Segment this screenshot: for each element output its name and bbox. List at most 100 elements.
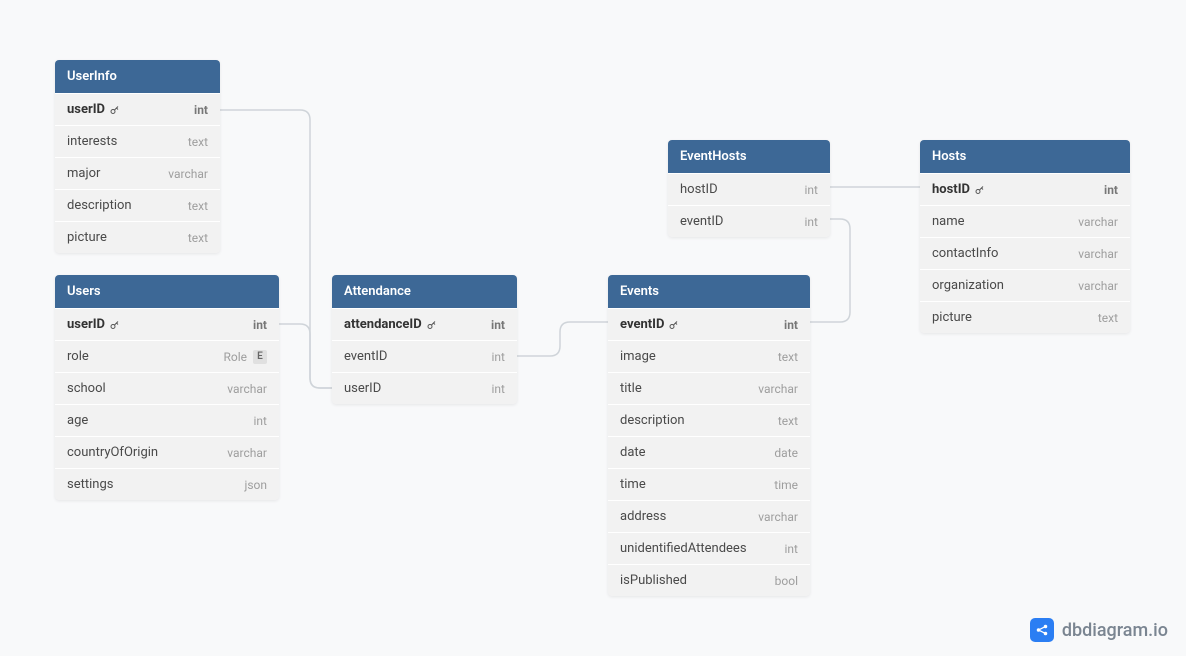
table-name: Users [67,284,101,299]
column-type: varchar [758,382,798,396]
column-type: bool [775,574,798,588]
table-row[interactable]: time time [608,468,810,500]
column-type: varchar [227,382,267,396]
table-row[interactable]: hostID int [920,173,1130,205]
table-header[interactable]: UserInfo [55,60,220,93]
column-type: int [805,215,818,229]
column-name: eventID [344,349,387,364]
table-eventhosts[interactable]: EventHosts hostID int eventID int [668,140,830,237]
key-icon [974,184,986,196]
column-name: userID [67,102,121,117]
column-type: text [188,199,208,213]
table-header[interactable]: Events [608,275,810,308]
column-type: text [188,231,208,245]
column-type: text [778,350,798,364]
table-row[interactable]: title varchar [608,372,810,404]
column-type: int [805,183,818,197]
table-row[interactable]: school varchar [55,372,279,404]
column-name: description [67,198,132,213]
column-type: varchar [758,510,798,524]
table-row[interactable]: major varchar [55,157,220,189]
column-name: time [620,477,646,492]
table-row[interactable]: age int [55,404,279,436]
column-type: int [254,414,267,428]
table-row[interactable]: date date [608,436,810,468]
column-type: varchar [1078,247,1118,261]
column-name: picture [67,230,107,245]
column-name: address [620,509,666,524]
column-type: int [253,318,267,332]
table-row[interactable]: image text [608,340,810,372]
table-row[interactable]: hostID int [668,173,830,205]
column-name: eventID [620,317,680,332]
table-row[interactable]: description text [55,189,220,221]
column-name: interests [67,134,117,149]
table-row[interactable]: name varchar [920,205,1130,237]
table-row[interactable]: eventID int [332,340,517,372]
column-name: settings [67,477,113,492]
column-type: int [492,382,505,396]
table-attendance[interactable]: Attendance attendanceID int eventID int … [332,275,517,404]
table-row[interactable]: description text [608,404,810,436]
table-row[interactable]: organization varchar [920,269,1130,301]
column-type: int [784,318,798,332]
table-row[interactable]: eventID int [608,308,810,340]
column-name: hostID [932,182,986,197]
table-row[interactable]: eventID int [668,205,830,237]
column-type: int [491,318,505,332]
table-row[interactable]: attendanceID int [332,308,517,340]
table-hosts[interactable]: Hosts hostID int name varchar contactInf… [920,140,1130,333]
column-name: age [67,413,88,428]
column-name: unidentifiedAttendees [620,541,747,556]
column-type: text [1098,311,1118,325]
table-header[interactable]: Users [55,275,279,308]
table-row[interactable]: picture text [920,301,1130,333]
column-name: userID [344,381,381,396]
column-name: eventID [680,214,723,229]
table-row[interactable]: userID int [55,308,279,340]
table-header[interactable]: Hosts [920,140,1130,173]
key-icon [109,319,121,331]
column-type: Role E [223,350,267,364]
key-icon [426,319,438,331]
table-row[interactable]: picture text [55,221,220,253]
column-name: attendanceID [344,317,438,332]
table-events[interactable]: Events eventID int image text title varc… [608,275,810,596]
table-row[interactable]: contactInfo varchar [920,237,1130,269]
column-name: organization [932,278,1004,293]
table-row[interactable]: isPublished bool [608,564,810,596]
column-type: date [774,446,798,460]
enum-badge: E [253,350,267,364]
diagram-canvas[interactable]: UserInfo userID int interests text major… [0,0,1186,656]
column-name: hostID [680,182,718,197]
column-type: int [492,350,505,364]
table-row[interactable]: countryOfOrigin varchar [55,436,279,468]
column-name: date [620,445,646,460]
table-name: Attendance [344,284,411,299]
column-name: title [620,381,642,396]
table-users[interactable]: Users userID int role Role E school varc… [55,275,279,500]
key-icon [668,319,680,331]
table-userinfo[interactable]: UserInfo userID int interests text major… [55,60,220,253]
table-name: UserInfo [67,69,117,84]
column-name: contactInfo [932,246,998,261]
table-row[interactable]: userID int [332,372,517,404]
table-name: Hosts [932,149,966,164]
column-name: major [67,166,100,181]
table-row[interactable]: userID int [55,93,220,125]
table-row[interactable]: unidentifiedAttendees int [608,532,810,564]
key-icon [109,104,121,116]
table-header[interactable]: EventHosts [668,140,830,173]
table-header[interactable]: Attendance [332,275,517,308]
table-row[interactable]: interests text [55,125,220,157]
column-type: text [188,135,208,149]
share-icon [1030,618,1054,642]
table-row[interactable]: settings json [55,468,279,500]
table-name: Events [620,284,659,299]
table-row[interactable]: address varchar [608,500,810,532]
table-row[interactable]: role Role E [55,340,279,372]
watermark[interactable]: dbdiagram.io [1030,618,1168,642]
table-name: EventHosts [680,149,747,164]
column-name: isPublished [620,573,687,588]
column-type: varchar [1078,215,1118,229]
